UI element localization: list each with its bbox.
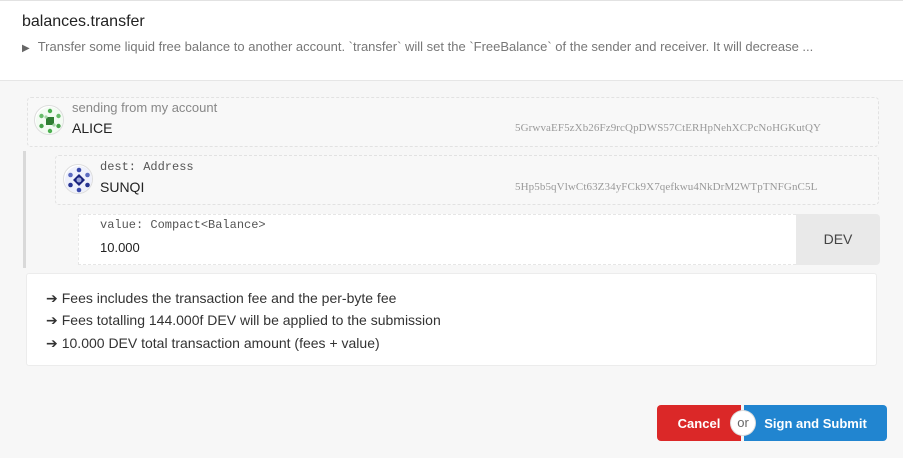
value-input[interactable]: 10.000: [100, 240, 140, 255]
fee-text: Fees includes the transaction fee and th…: [61, 290, 397, 306]
fee-text: Fees totalling 144.000f DEV will be appl…: [61, 312, 441, 328]
dest-address: 5Hp5b5qVlwCt63Z34yFCk9X7qefkwu4NkDrM2WTp…: [515, 181, 818, 193]
sender-identicon: [34, 105, 64, 135]
call-description: Transfer some liquid free balance to ano…: [37, 39, 814, 54]
fee-line: ➔ Fees includes the transaction fee and t…: [46, 290, 396, 307]
dest-label: dest: Address: [100, 160, 194, 174]
cancel-button[interactable]: Cancel: [657, 405, 741, 441]
fee-line: ➔ 10.000 DEV total transaction amount (fe…: [46, 335, 380, 352]
fee-text: 10.000 DEV total transaction amount (fee…: [61, 335, 380, 351]
modal-title: balances.transfer: [22, 13, 145, 30]
sign-and-submit-button[interactable]: Sign and Submit: [744, 405, 887, 441]
triangle-right-icon: ▶: [22, 43, 30, 54]
arrow-right-icon: ➔: [46, 312, 58, 328]
call-description-toggle[interactable]: ▶ Transfer some liquid free balance to an…: [22, 39, 884, 54]
dest-identicon: [63, 164, 93, 194]
transfer-modal: balances.transfer ▶ Transfer some liquid …: [0, 0, 903, 458]
arrow-right-icon: ➔: [46, 290, 58, 306]
unit-dropdown[interactable]: DEV: [796, 214, 880, 265]
or-divider: or: [731, 411, 755, 435]
sender-address: 5GrwvaEF5zXb26Fz9rcQpDWS57CtERHpNehXCPcN…: [515, 122, 822, 134]
arrow-right-icon: ➔: [46, 335, 58, 351]
dest-name: SUNQI: [100, 179, 145, 195]
value-label: value: Compact<Balance>: [100, 218, 266, 232]
sender-name: ALICE: [72, 120, 113, 136]
fee-line: ➔ Fees totalling 144.000f DEV will be app…: [46, 312, 441, 329]
modal-header: balances.transfer ▶ Transfer some liquid …: [0, 1, 903, 81]
sender-label: sending from my account: [72, 100, 218, 115]
